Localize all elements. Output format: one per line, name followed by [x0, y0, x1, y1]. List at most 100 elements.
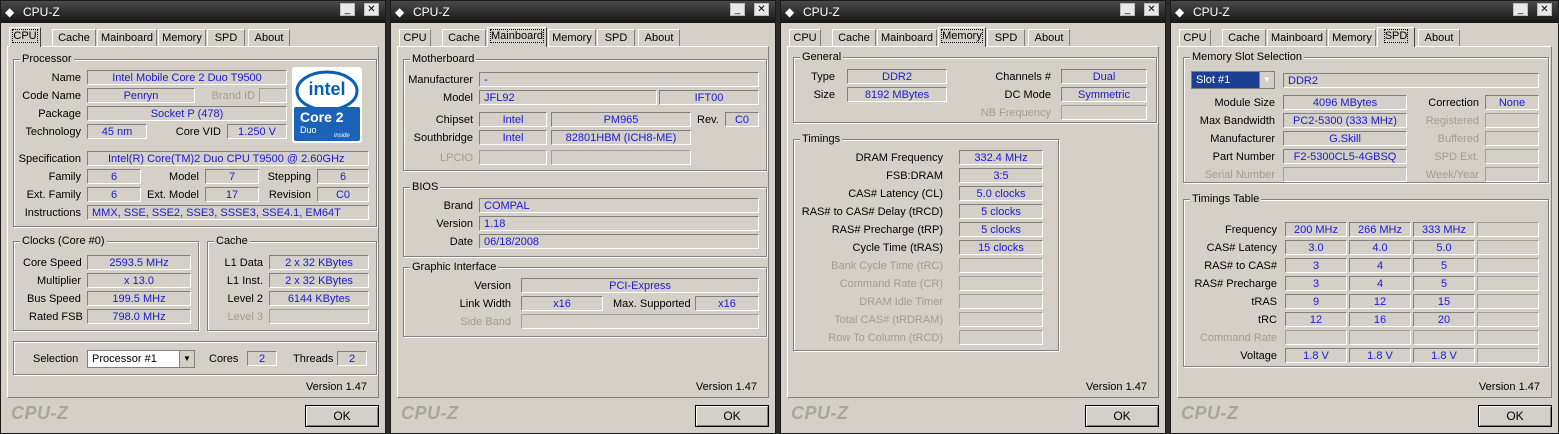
- timings-cell: [1477, 294, 1539, 309]
- brandid-value: [259, 88, 287, 103]
- l1data-label: L1 Data: [224, 257, 263, 269]
- close-button[interactable]: ✕: [1144, 3, 1159, 16]
- tab-about[interactable]: About: [638, 29, 680, 46]
- minimize-button[interactable]: _: [1120, 3, 1135, 16]
- timings-cell: [1477, 258, 1539, 273]
- slot-select[interactable]: Slot #1 ▼: [1191, 71, 1275, 89]
- trdram-value: [959, 312, 1043, 327]
- tab-cpu[interactable]: CPU: [399, 29, 431, 46]
- selection-label: Selection: [33, 353, 79, 365]
- manufacturer-value: G.Skill: [1283, 131, 1407, 146]
- stepping-label: Stepping: [267, 171, 311, 183]
- tab-about[interactable]: About: [248, 29, 290, 46]
- tab-cache[interactable]: Cache: [832, 29, 876, 46]
- ok-button[interactable]: OK: [1085, 405, 1159, 427]
- timings-cell: [1349, 330, 1411, 345]
- close-button[interactable]: ✕: [754, 3, 769, 16]
- timings-cell: 15: [1413, 294, 1475, 309]
- codename-label: Code Name: [22, 90, 81, 102]
- serial-label: Serial Number: [1204, 169, 1275, 181]
- southbridge-vendor-value: Intel: [479, 130, 547, 145]
- tab-spd[interactable]: SPD: [987, 29, 1025, 46]
- weekyear-label: Week/Year: [1425, 169, 1479, 181]
- close-button[interactable]: ✕: [364, 3, 379, 16]
- tab-mainboard[interactable]: Mainboard: [487, 27, 547, 47]
- tab-cache[interactable]: Cache: [1222, 29, 1266, 46]
- tab-mainboard[interactable]: Mainboard: [1267, 29, 1327, 46]
- tab-cache[interactable]: Cache: [442, 29, 486, 46]
- ok-button[interactable]: OK: [1478, 405, 1552, 427]
- weekyear-value: [1485, 167, 1539, 182]
- corevid-label: Core VID: [175, 126, 221, 138]
- tab-memory[interactable]: Memory: [1328, 29, 1376, 46]
- cpuz-brand: CPU-Z: [1181, 403, 1239, 423]
- trcd-value: 5 clocks: [959, 204, 1043, 219]
- lpcio-label: LPCIO: [439, 152, 473, 164]
- tab-memory[interactable]: Memory: [938, 27, 986, 47]
- partnumber-value: F2-5300CL5-4GBSQ: [1283, 149, 1407, 164]
- l1data-value: 2 x 32 KBytes: [269, 255, 369, 270]
- title-bar[interactable]: ◆ CPU-Z _ ✕: [1171, 1, 1558, 23]
- channels-label: Channels #: [995, 71, 1051, 83]
- tab-spd[interactable]: SPD: [597, 29, 635, 46]
- chevron-down-icon[interactable]: ▼: [179, 351, 194, 367]
- tab-strip: CPU Cache Mainboard Memory SPD About: [7, 27, 379, 47]
- tab-about[interactable]: About: [1028, 29, 1070, 46]
- title-bar[interactable]: ◆ CPU-Z _ ✕: [1, 1, 385, 23]
- version-label: Version 1.47: [695, 381, 757, 393]
- brandid-label: Brand ID: [211, 90, 255, 102]
- tab-memory[interactable]: Memory: [158, 29, 206, 46]
- idle-label: DRAM Idle Timer: [859, 296, 943, 308]
- tab-mainboard[interactable]: Mainboard: [877, 29, 937, 46]
- tab-cache[interactable]: Cache: [52, 29, 96, 46]
- chipset-value: PM965: [551, 112, 691, 127]
- level2-label: Level 2: [227, 293, 263, 305]
- l1inst-label: L1 Inst.: [226, 275, 263, 287]
- title-bar[interactable]: ◆ CPU-Z _ ✕: [781, 1, 1165, 23]
- tab-cpu[interactable]: CPU: [9, 27, 41, 47]
- tab-cpu[interactable]: CPU: [789, 29, 821, 46]
- minimize-button[interactable]: _: [1513, 3, 1528, 16]
- codename-value: Penryn: [87, 88, 195, 103]
- southbridge-label: Southbridge: [413, 132, 473, 144]
- timings-row-label: Frequency: [1225, 224, 1277, 236]
- cores-value: 2: [247, 351, 277, 366]
- processor-select[interactable]: Processor #1 ▼: [87, 350, 195, 368]
- tab-cpu[interactable]: CPU: [1179, 29, 1211, 46]
- dramfreq-label: DRAM Frequency: [855, 152, 943, 164]
- size-value: 8192 MBytes: [847, 87, 947, 102]
- model-value: JFL92: [479, 90, 657, 105]
- gi-version-label: Version: [474, 280, 511, 292]
- ok-button[interactable]: OK: [695, 405, 769, 427]
- model-rev-value: IFT00: [659, 90, 759, 105]
- tab-spd[interactable]: SPD: [1377, 27, 1415, 47]
- tab-mainboard[interactable]: Mainboard: [97, 29, 157, 46]
- nbfreq-label: NB Frequency: [980, 107, 1051, 119]
- chevron-down-icon[interactable]: ▼: [1259, 72, 1274, 88]
- title-bar[interactable]: ◆ CPU-Z _ ✕: [391, 1, 775, 23]
- multiplier-label: Multiplier: [37, 275, 82, 287]
- tras-value: 15 clocks: [959, 240, 1043, 255]
- extfamily-value: 6: [87, 187, 141, 202]
- tab-spd[interactable]: SPD: [207, 29, 245, 46]
- timings-cell: 12: [1285, 312, 1347, 327]
- cpuz-brand: CPU-Z: [401, 403, 459, 423]
- cpuz-brand: CPU-Z: [791, 403, 849, 423]
- modulesize-label: Module Size: [1214, 97, 1275, 109]
- group-title: Memory Slot Selection: [1190, 51, 1305, 64]
- ok-button[interactable]: OK: [305, 405, 379, 427]
- bios-version-label: Version: [436, 218, 473, 230]
- size-label: Size: [813, 89, 835, 101]
- tab-memory[interactable]: Memory: [548, 29, 596, 46]
- minimize-button[interactable]: _: [340, 3, 355, 16]
- minimize-button[interactable]: _: [730, 3, 745, 16]
- dramfreq-value: 332.4 MHz: [959, 150, 1043, 165]
- tab-about[interactable]: About: [1418, 29, 1460, 46]
- timings-cell: 1.8 V: [1413, 348, 1475, 363]
- cpuz-window-spd: ◆ CPU-Z _ ✕ CPU Cache Mainboard Memory S…: [1170, 0, 1559, 434]
- logo-inside-text: inside: [334, 133, 350, 139]
- name-label: Name: [51, 72, 81, 84]
- close-button[interactable]: ✕: [1537, 3, 1552, 16]
- version-label: Version 1.47: [305, 381, 367, 393]
- timings-cell: 266 MHz: [1349, 222, 1411, 237]
